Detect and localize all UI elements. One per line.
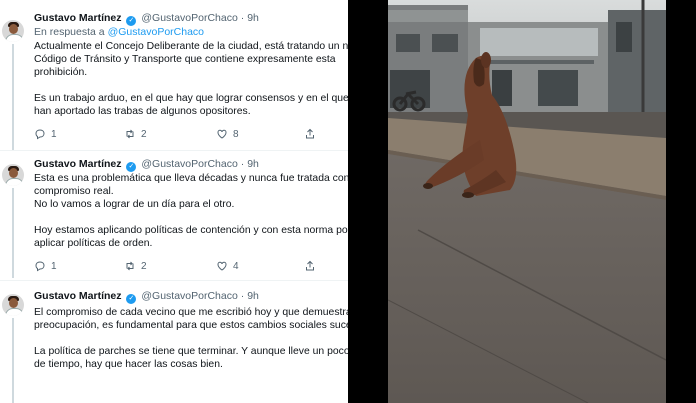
tweet-text-line: El compromiso de cada vecino que me escr… [34,307,348,318]
reply-button[interactable]: 1 [34,128,57,140]
tweet-text-line: Actualmente el Concejo Deliberante de la… [34,41,348,52]
tweet-text-line: Hoy estamos aplicando políticas de conte… [34,225,348,236]
share-icon [306,260,314,271]
tweet-text-line: Esta es una problemática que lleva décad… [34,173,348,184]
tweet-text-line: La política de parches se tiene que term… [34,346,348,357]
avatar[interactable] [2,20,24,42]
retweet-count: 2 [141,128,147,140]
author-name[interactable]: Gustavo Martínez [34,12,122,24]
tweet-text-line: prohibición. [34,67,88,78]
reply-count: 1 [51,260,57,272]
tweet-text-line: Es un trabajo arduo, en el que hay que l… [34,93,348,104]
thread-connector [12,44,14,150]
reply-mention-link[interactable]: @GustavoPorChaco [108,26,204,38]
reply-icon [35,261,45,272]
reply-count: 1 [51,128,57,140]
author-handle[interactable]: @GustavoPorChaco [141,158,237,170]
thread-connector [12,188,14,278]
share-button[interactable] [304,128,316,140]
author-handle[interactable]: @GustavoPorChaco [141,12,237,24]
verified-badge-icon: ✓ [126,162,137,172]
retweet-button[interactable]: 2 [124,128,147,140]
tweet-time[interactable]: 9h [247,158,259,170]
tweet-actions: 1 2 8 [34,128,334,142]
share-icon [306,128,314,139]
tweet-text: El compromiso de cada vecino que me escr… [34,306,348,371]
tweet-header: Gustavo Martínez ✓ @GustavoPorChaco · 9h [34,12,259,26]
street-scene-image [388,0,666,403]
author-name[interactable]: Gustavo Martínez [34,290,122,302]
tweet-text-line: compromiso real. [34,186,114,197]
tweet-header: Gustavo Martínez ✓ @GustavoPorChaco · 9h [34,290,259,304]
tweet-time[interactable]: 9h [247,290,259,302]
tweet-actions: 1 2 4 [34,260,334,274]
tweet-1[interactable]: Gustavo Martínez ✓ @GustavoPorChaco · 9h… [0,0,348,150]
horse-photo[interactable] [388,0,666,403]
tweet-thread-panel: Gustavo Martínez ✓ @GustavoPorChaco · 9h… [0,0,348,403]
tweet-text-line: Código de Tránsito y Transporte que cont… [34,54,336,65]
tweet-header: Gustavo Martínez ✓ @GustavoPorChaco · 9h [34,158,259,172]
retweet-button[interactable]: 2 [124,260,147,272]
author-name[interactable]: Gustavo Martínez [34,158,122,170]
tweet-text: Actualmente el Concejo Deliberante de la… [34,40,348,118]
tweet-text-line: de tiempo, hay que hacer las cosas bien. [34,359,223,370]
like-button[interactable]: 8 [216,128,239,140]
like-count: 8 [233,128,239,140]
retweet-icon [126,261,134,271]
share-button[interactable] [304,260,316,272]
verified-badge-icon: ✓ [126,294,137,304]
reply-icon [35,129,45,140]
reply-prefix: En respuesta a [34,26,105,38]
heart-icon [217,129,227,139]
tweet-text-line: han aportado las trabas de algunos oposi… [34,106,251,117]
heart-icon [217,261,227,271]
retweet-icon [126,129,134,139]
tweet-time[interactable]: 9h [247,12,259,24]
avatar[interactable] [2,294,24,316]
tweet-text-line: preocupación, es fundamental para que es… [34,320,348,331]
tweet-text-line: No lo vamos a lograr de un día para el o… [34,199,235,210]
reply-context: En respuesta a @GustavoPorChaco [34,26,204,39]
retweet-count: 2 [141,260,147,272]
avatar[interactable] [2,164,24,186]
like-button[interactable]: 4 [216,260,239,272]
thread-connector [12,318,14,403]
tweet-3[interactable]: Gustavo Martínez ✓ @GustavoPorChaco · 9h… [0,280,348,403]
tweet-text-line: aplicar políticas de orden. [34,238,153,249]
author-handle[interactable]: @GustavoPorChaco [141,290,237,302]
like-count: 4 [233,260,239,272]
tweet-2[interactable]: Gustavo Martínez ✓ @GustavoPorChaco · 9h… [0,150,348,278]
reply-button[interactable]: 1 [34,260,57,272]
tweet-text: Esta es una problemática que lleva décad… [34,172,348,250]
verified-badge-icon: ✓ [126,16,137,26]
